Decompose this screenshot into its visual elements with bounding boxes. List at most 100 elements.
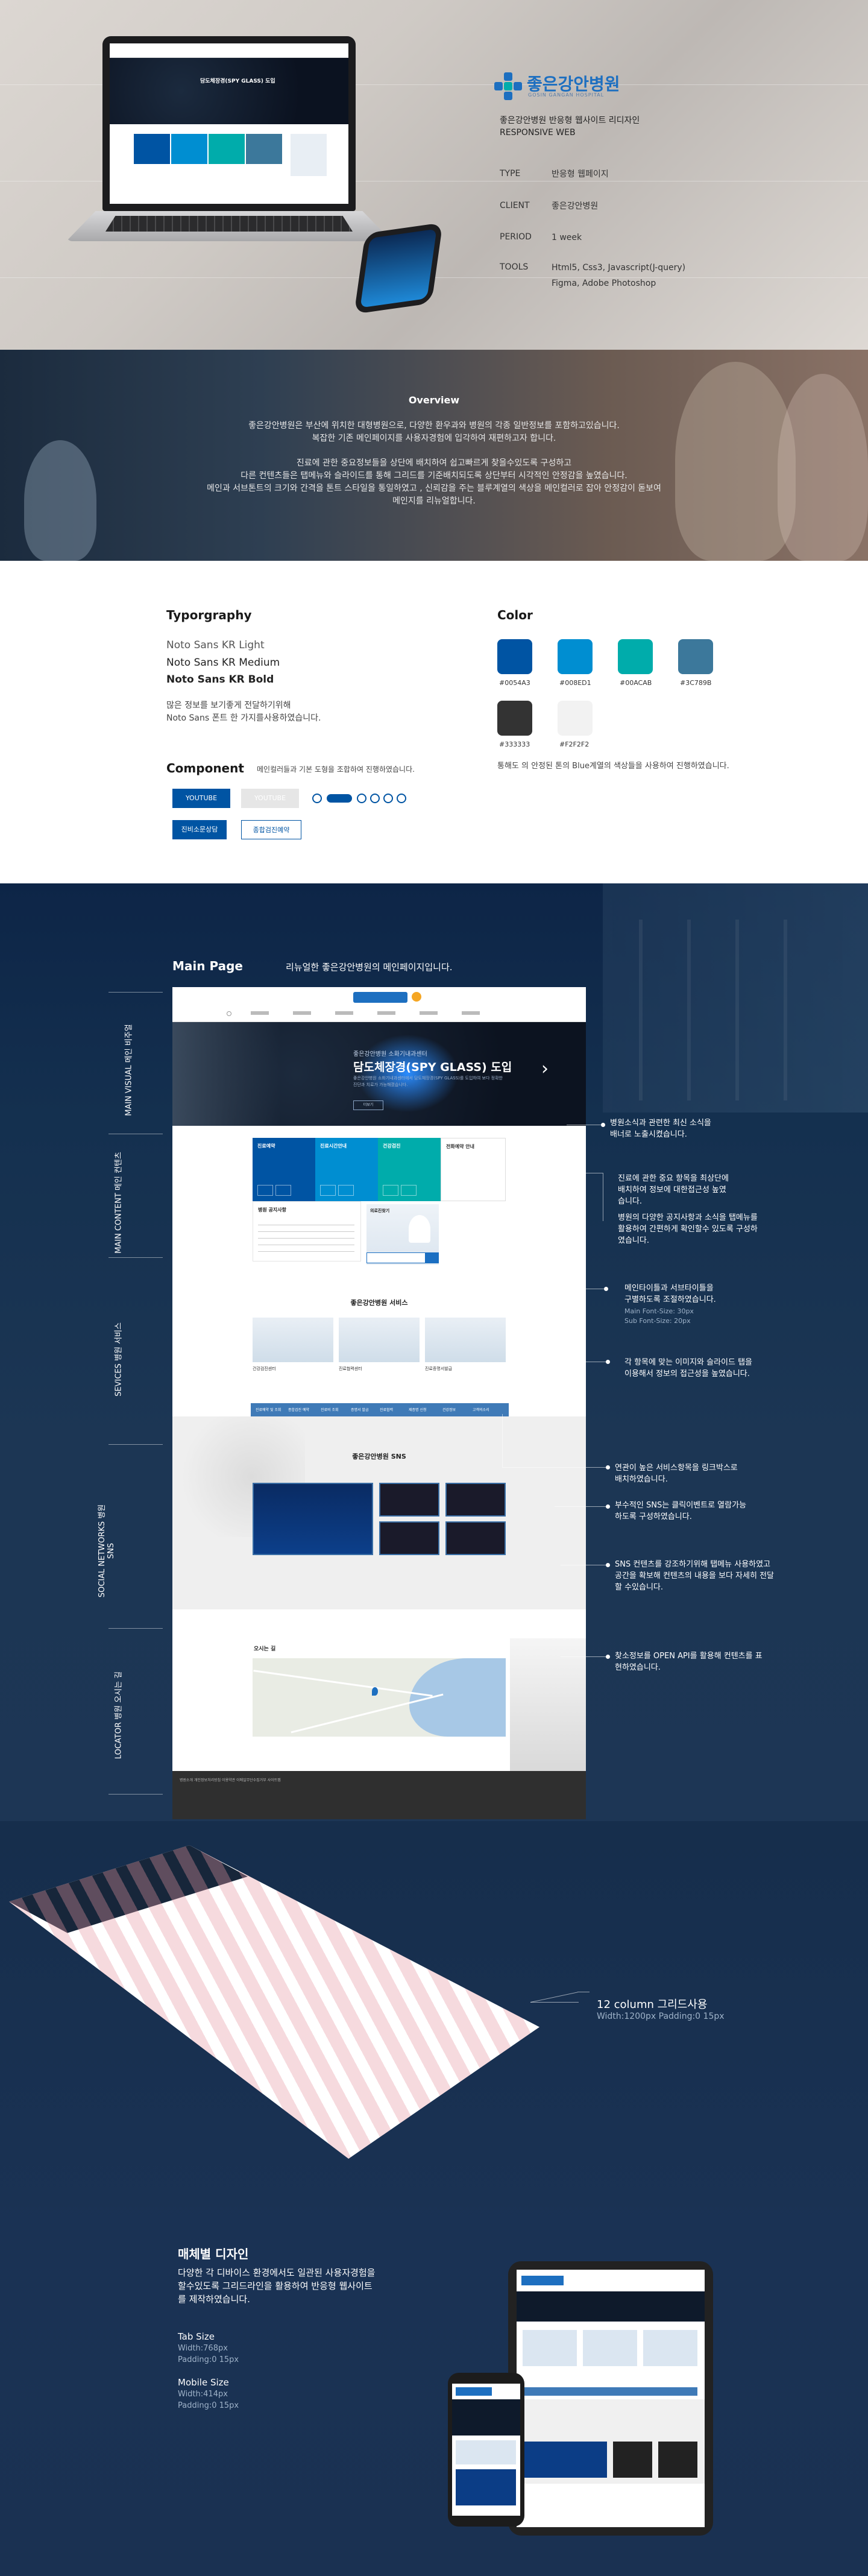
info-key: TOOLS <box>500 262 529 272</box>
mock-sns-main-video[interactable] <box>253 1483 373 1555</box>
note-line: 습니다. <box>618 1197 643 1206</box>
pager-dot[interactable] <box>312 794 322 803</box>
component-description: 메인컬러들과 기본 도형을 조합하여 진행하였습니다. <box>257 765 415 774</box>
annotation-main-visual: 병원소식과 관련한 최신 소식을 배너로 노출시켰습니다. <box>610 1117 711 1140</box>
typo-sample-bold: Noto Sans KR Bold <box>166 674 274 686</box>
mock-link-item[interactable]: 진료협력 <box>380 1407 393 1412</box>
mock-search-button[interactable] <box>425 1253 438 1263</box>
mock-slide-small: 좋은강안병원 소화기내과센터 <box>353 1051 427 1058</box>
pager-dot[interactable] <box>357 794 366 803</box>
sample-gray-button[interactable]: YOUTUBE <box>241 789 299 808</box>
tablet-mockup <box>508 2261 713 2536</box>
note-line: 메인타이틀과 서브타이틀을 <box>624 1284 714 1293</box>
tablet-screen <box>517 2270 705 2527</box>
info-value: Figma, Adobe Photoshop <box>552 279 656 288</box>
note-line: 하도록 구성하였습니다. <box>615 1512 692 1521</box>
mock-map-road <box>253 1670 433 1697</box>
info-value: 좋은강안병원 <box>552 201 599 211</box>
leader-pin <box>606 1504 610 1509</box>
tab-size-width: Width:768px <box>178 2344 228 2353</box>
mock-link-item[interactable]: 건강정보 <box>442 1407 456 1412</box>
background-building <box>603 883 868 1113</box>
tablet-video <box>613 2442 652 2478</box>
mock-quick-box[interactable]: 진료시간안내 <box>315 1138 378 1201</box>
mobile-size-label: Mobile Size <box>178 2377 229 2388</box>
sample-youtube-button[interactable]: YOUTUBE <box>172 789 230 808</box>
mock-menu[interactable] <box>251 1011 492 1015</box>
sample-consult-button[interactable]: 진비소문상담 <box>172 820 227 839</box>
mock-map-water <box>409 1658 506 1737</box>
mock-service-card-image[interactable] <box>339 1318 420 1362</box>
note-line: 진료에 관한 중요 항목을 최상단에 <box>618 1174 729 1183</box>
color-swatch <box>558 701 593 736</box>
device-description: 다양한 각 디바이스 환경에서도 일관된 사용자경험을 할수있도록 그리드라인을… <box>178 2266 395 2306</box>
pager-dot[interactable] <box>370 794 380 803</box>
main-page-section: Main Page 리뉴얼한 좋은강안병원의 메인페이지입니다. MAIN VI… <box>0 883 868 1821</box>
typo-sample-medium: Noto Sans KR Medium <box>166 657 280 669</box>
overview-text: 복잡한 기존 메인페이지를 사용자경험에 입각하여 재편하고자 합니다. <box>312 434 556 443</box>
background-figure <box>24 440 96 561</box>
mock-footer-links[interactable]: 병원소개 개인정보처리방침 이용약관 이메일무단수집거부 사이트맵 <box>180 1777 281 1782</box>
pager-dot-active[interactable] <box>327 794 352 803</box>
mock-services-title: 좋은강안병원 서비스 <box>350 1299 408 1307</box>
mock-link-item[interactable]: 고객의소리 <box>473 1407 489 1412</box>
typo-desc-line: 많은 정보를 보기좋게 전달하기위해 <box>166 701 291 710</box>
note-line: 배치하였습니다. <box>615 1475 668 1484</box>
leader-pin <box>606 1655 610 1659</box>
mobile-card <box>456 2440 516 2464</box>
side-label-en: SEVICES <box>114 1363 124 1397</box>
mock-link-item[interactable]: 종합검진 예약 <box>288 1407 309 1412</box>
mock-service-card-image[interactable] <box>425 1318 506 1362</box>
mock-link-item[interactable]: 진료비 조회 <box>321 1407 339 1412</box>
mock-quick-box[interactable]: 건강검진 <box>378 1138 441 1201</box>
color-swatch <box>497 639 532 674</box>
device-title: 매체별 디자인 <box>178 2247 249 2261</box>
tablet-tabbar <box>523 2387 697 2396</box>
note-line: SNS 컨텐츠를 강조하기위해 탭메뉴 사용하였고 <box>615 1560 771 1569</box>
mock-sns-video[interactable] <box>445 1483 506 1517</box>
mock-link-item[interactable]: 진료예약 및 조회 <box>256 1407 281 1412</box>
mock-link-item[interactable]: 증명서 발급 <box>351 1407 369 1412</box>
annotation-sns-tabs: SNS 컨텐츠를 강조하기위해 탭메뉴 사용하였고 공간을 확보해 컨텐츠의 내용… <box>615 1559 774 1593</box>
mock-sns-section: 좋은강안병원 SNS <box>172 1416 586 1609</box>
note-line: 병원소식과 관련한 최신 소식을 <box>610 1119 711 1128</box>
leader-pin <box>604 1287 608 1291</box>
note-line: 활용하여 간편하게 확인할수 있도록 구성하 <box>618 1225 758 1234</box>
mock-slide-title: 담도체장경(SPY GLASS) 도입 <box>353 1061 512 1074</box>
leader-line <box>561 1656 608 1657</box>
main-page-mockup: 좋은강안병원 소화기내과센터 담도체장경(SPY GLASS) 도입 좋은강안병… <box>172 987 586 1819</box>
color-description: 통해도 의 안정된 톤의 Blue계열의 색상들을 사용하여 진행하였습니다. <box>497 762 729 771</box>
mock-service-card-label: 진료증명서발급 <box>425 1366 453 1371</box>
project-desc-line: RESPONSIVE WEB <box>500 128 576 137</box>
side-label-en: SOCIAL NETWORKS <box>98 1521 107 1598</box>
pager-dot[interactable] <box>383 794 393 803</box>
mock-doctor-search[interactable] <box>366 1252 439 1263</box>
mock-next-arrow-icon[interactable]: › <box>541 1058 549 1079</box>
brand-name: 좋은강안병원 <box>527 74 620 94</box>
mobile-size-width: Width:414px <box>178 2390 228 2399</box>
tablet-card <box>583 2330 637 2366</box>
pager-dot[interactable] <box>397 794 406 803</box>
mock-search-icon[interactable] <box>227 1011 231 1016</box>
mock-sns-video[interactable] <box>379 1521 439 1555</box>
mock-link-item[interactable]: 제증명 신청 <box>409 1407 427 1412</box>
map-pin-icon[interactable] <box>372 1687 378 1696</box>
mock-sns-video[interactable] <box>445 1521 506 1555</box>
laptop-mockup: 담도체장경(SPY GLASS) 도입 <box>102 36 356 211</box>
mock-service-links[interactable]: 진료예약 및 조회 종합검진 예약 진료비 조회 증명서 발급 진료협력 제증명… <box>251 1403 509 1416</box>
sample-outline-button[interactable]: 종합검진예약 <box>241 820 301 839</box>
color-swatch <box>618 639 653 674</box>
mock-service-card-image[interactable] <box>253 1318 333 1362</box>
grid-title: 12 column 그리드사용 <box>597 1998 708 2011</box>
mock-slide-more-button[interactable]: 더보기 <box>353 1100 383 1110</box>
brand-subtitle: GOSIN GANGAN HOSPITAL <box>528 92 605 98</box>
info-key: PERIOD <box>500 232 532 242</box>
side-label-main-content: MAIN CONTENT 메인 컨텐츠 <box>112 1152 124 1254</box>
note-line: 찾소정보를 OPEN API를 활용해 컨텐츠를 표 <box>615 1652 763 1661</box>
mock-quick-box[interactable]: 진료예약 <box>253 1138 315 1201</box>
mock-sns-video[interactable] <box>379 1483 439 1517</box>
mock-notice-list[interactable] <box>258 1219 354 1255</box>
mock-map[interactable] <box>253 1658 506 1737</box>
color-label: #0054A3 <box>499 679 530 687</box>
mock-quick-box[interactable]: 전화예약 안내 <box>441 1138 506 1201</box>
